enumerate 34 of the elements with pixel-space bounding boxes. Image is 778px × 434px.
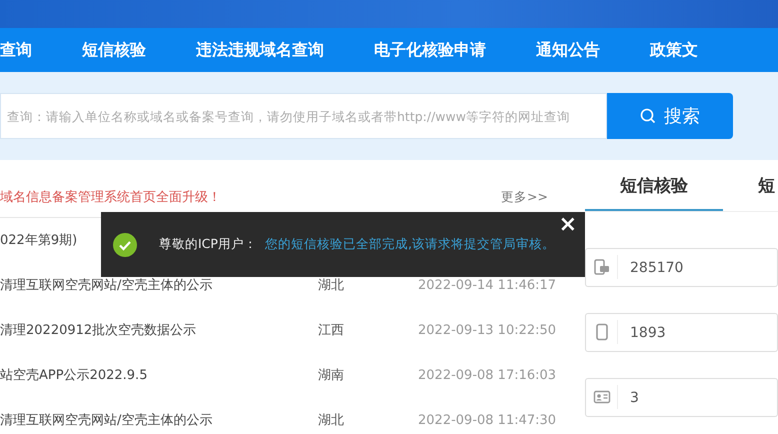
more-link[interactable]: 更多>> (501, 188, 548, 207)
verification-field[interactable]: 3 (585, 378, 778, 417)
close-button[interactable]: × (558, 214, 577, 236)
notice-headline[interactable]: 域名信息备案管理系统首页全面升级！ (0, 188, 221, 208)
nav-link-item[interactable]: 通知公告 (536, 38, 600, 62)
search-field[interactable]: 查询：请输入单位名称或域名或备案号查询，请勿使用子域名或者带http://www等字符的网址查询 (0, 93, 607, 139)
notice-title[interactable]: 清理互联网空壳网站/空壳主体的公示 (0, 276, 318, 296)
search-icon (640, 108, 656, 124)
search-button[interactable]: 搜索 (607, 93, 733, 139)
province-text: 湖北 (318, 412, 345, 430)
check-icon (113, 232, 137, 256)
notice-title[interactable]: 清理20220912批次空壳数据公示 (0, 320, 318, 340)
province-text: 湖北 (318, 276, 345, 295)
toast-message: 您的短信核验已全部完成,该请求将提交管局审核。 (264, 235, 555, 254)
nav-link-item[interactable]: 政策文 (650, 38, 698, 62)
toast-title: 尊敬的ICP用户： (159, 235, 257, 254)
nav-link-item[interactable]: 查询 (0, 38, 32, 62)
date-text: 2022-09-14 11:46:17 (418, 276, 556, 295)
verification-field[interactable]: 285170 (585, 248, 778, 287)
id-card-icon (592, 388, 610, 406)
verification-field[interactable]: 1893 (585, 313, 778, 352)
message-phone-icon (592, 258, 610, 276)
panel-tab[interactable]: 短 (723, 174, 778, 211)
date-text: 2022-09-13 10:22:50 (418, 322, 556, 340)
date-text: 2022-09-08 17:16:03 (418, 366, 556, 385)
nav-link-item[interactable]: 违法违规域名查询 (196, 38, 324, 62)
nav-link-item[interactable]: 短信核验 (82, 38, 146, 62)
nav-link-item[interactable]: 电子化核验申请 (374, 38, 486, 62)
province-text: 湖南 (318, 366, 345, 385)
province-text: 江西 (318, 322, 345, 340)
notice-title[interactable]: 清理互联网空壳网站/空壳主体的公示 (0, 410, 318, 430)
date-text: 2022-09-08 11:47:30 (418, 412, 556, 430)
panel-tab[interactable]: 短信核验 (585, 174, 723, 211)
notice-title[interactable]: 站空壳APP公示2022.9.5 (0, 366, 318, 386)
